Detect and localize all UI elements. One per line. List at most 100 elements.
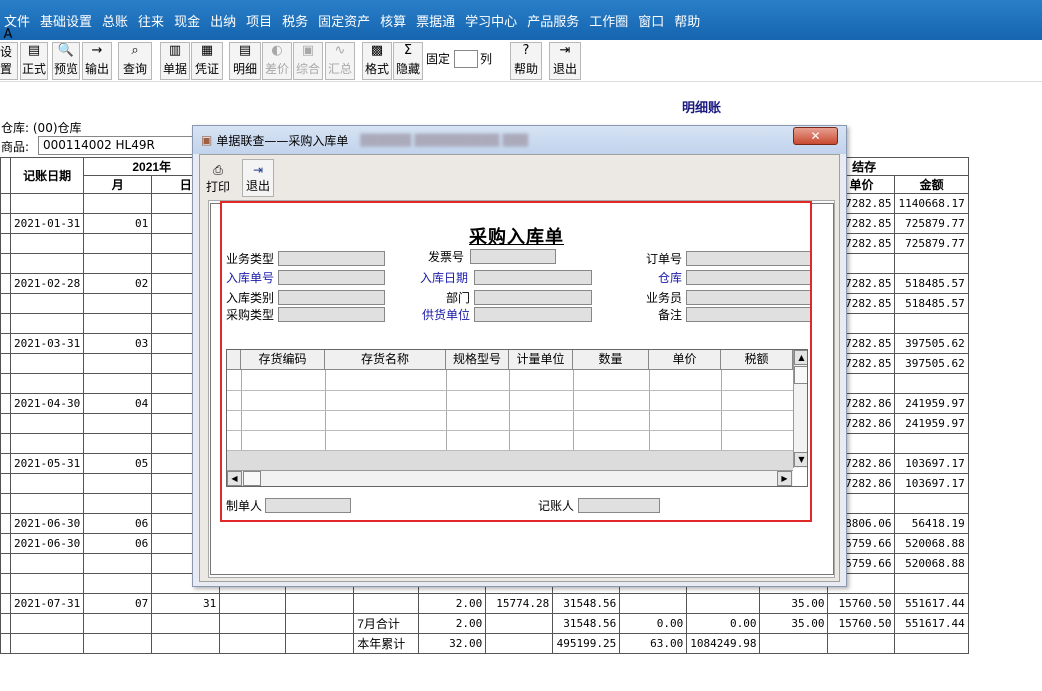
menu-item-13[interactable]: 工作圈 <box>589 11 628 30</box>
cell-s3: 7月合计 <box>353 613 420 634</box>
menu-bar: 文件 基础设置 总账 往来 现金 出纳 项目 税务 固定资产 核算 票据通 学习中心 产品服务 工作圈 窗口… <box>0 0 1042 40</box>
cell-s3: 本年累计 <box>353 633 420 654</box>
exit-button[interactable]: ⇥ 退出 <box>242 159 274 197</box>
supplier-field[interactable] <box>474 307 592 322</box>
magnifier-icon: 🔍 <box>57 43 75 58</box>
horizontal-scrollbar[interactable]: ◀ ▶ <box>227 470 793 486</box>
hide-button[interactable]: Σ 隐藏 <box>393 42 423 80</box>
in-type-field[interactable] <box>278 290 385 305</box>
maker-field[interactable] <box>265 498 351 513</box>
scroll-thumb[interactable] <box>794 366 807 384</box>
cell-date: 2021-06-30 <box>9 533 85 554</box>
menu-item-12[interactable]: 产品服务 <box>527 11 579 30</box>
fixed-column-input[interactable] <box>454 50 478 68</box>
maker-label: 制单人 <box>226 499 263 513</box>
exit-button-main[interactable]: ⇥ 退出 <box>549 42 581 80</box>
formal-button[interactable]: ▤ 正式 <box>20 42 48 80</box>
menu-item-2[interactable]: 总账 <box>102 11 128 30</box>
toolbar-label: 凭证 <box>194 62 219 76</box>
bookkeeper-field[interactable] <box>578 498 660 513</box>
cell-date <box>9 193 85 214</box>
cell-date <box>9 613 85 634</box>
hscroll-thumb[interactable] <box>243 471 261 486</box>
scroll-up-icon[interactable]: ▲ <box>794 350 807 365</box>
export-button[interactable]: → 输出 <box>82 42 112 80</box>
cell-month <box>83 253 153 274</box>
cell-ba: 520068.88 <box>894 553 969 574</box>
grid-icon: ▦ <box>200 43 214 58</box>
total-button[interactable]: ∿ 汇总 <box>325 42 355 80</box>
document-button[interactable]: ▥ 单据 <box>160 42 190 80</box>
menu-item-1[interactable]: 基础设置 <box>40 11 92 30</box>
pie-icon: ◐ <box>271 43 283 58</box>
in-date-label: 入库日期 <box>420 271 469 285</box>
diff-price-button[interactable]: ◐ 差价 <box>262 42 292 80</box>
menu-item-14[interactable]: 窗口 <box>638 11 664 30</box>
detail-grid[interactable]: 存货编码 存货名称 规格型号 计量单位 数量 单价 税额 ▲ ▼ ◀ ▶ <box>226 349 808 487</box>
grid-total-row <box>227 451 793 470</box>
purchase-type-field[interactable] <box>278 307 385 322</box>
goods-field[interactable]: 000114002 HL49R <box>38 136 196 155</box>
scroll-left-icon[interactable]: ◀ <box>227 471 242 486</box>
cell-date <box>9 473 85 494</box>
in-date-field[interactable] <box>474 270 592 285</box>
cell-date <box>9 493 85 514</box>
preview-button[interactable]: 🔍 预览 <box>52 42 80 80</box>
cell-ba <box>894 433 969 454</box>
detail-button[interactable]: ▤ 明细 <box>229 42 261 80</box>
settings-button[interactable]: A 设置 <box>0 27 18 80</box>
cell-date <box>9 373 85 394</box>
cell-date <box>9 233 85 254</box>
invoice-no-field[interactable] <box>470 249 556 264</box>
dept-field[interactable] <box>474 290 592 305</box>
order-no-field[interactable] <box>686 251 810 266</box>
menu-item-5[interactable]: 出纳 <box>210 11 236 30</box>
summary-button[interactable]: ▣ 综合 <box>293 42 323 80</box>
scroll-down-icon[interactable]: ▼ <box>794 452 807 467</box>
warehouse-field[interactable] <box>686 270 810 285</box>
dialog-titlebar[interactable]: ▣ 单据联查——采购入库单 ██████ ██████████ ███ <box>193 126 846 154</box>
cell-s3 <box>353 593 420 614</box>
vertical-scrollbar[interactable]: ▲ ▼ <box>793 350 807 468</box>
cell-s2 <box>285 633 355 654</box>
print-button[interactable]: ⎙ 打印 <box>202 159 234 197</box>
cell-s6: 31548.56 <box>552 613 621 634</box>
cell-month: 05 <box>83 453 153 474</box>
voucher-button[interactable]: ▦ 凭证 <box>191 42 223 80</box>
table-row[interactable]: 7月合计 2.00 31548.56 0.00 0.00 35.00 15760.50 551… <box>0 613 1037 634</box>
menu-item-8[interactable]: 固定资产 <box>318 11 370 30</box>
menu-item-3[interactable]: 往来 <box>138 11 164 30</box>
toolbar-label: 退出 <box>552 62 577 76</box>
cell-bp: 15760.50 <box>827 613 896 634</box>
grid-header-qty: 数量 <box>573 350 649 370</box>
menu-item-11[interactable]: 学习中心 <box>465 11 517 30</box>
cell-ba: 397505.62 <box>894 353 969 374</box>
close-button[interactable]: ✕ <box>793 127 838 145</box>
biz-type-field[interactable] <box>278 251 385 266</box>
cell-s8: 0.00 <box>686 613 761 634</box>
remark-field[interactable] <box>686 307 810 322</box>
menu-item-10[interactable]: 票据通 <box>416 11 455 30</box>
cell-ba: 551617.44 <box>894 593 969 614</box>
query-button[interactable]: ⌕ 查询 <box>118 42 152 80</box>
menu-item-4[interactable]: 现金 <box>174 11 200 30</box>
menu-item-7[interactable]: 税务 <box>282 11 308 30</box>
help-button[interactable]: ? 帮助 <box>510 42 542 80</box>
menu-item-15[interactable]: 帮助 <box>674 11 700 30</box>
in-no-field[interactable] <box>278 270 385 285</box>
clerk-field[interactable] <box>686 290 810 305</box>
binoculars-icon: ⌕ <box>131 43 139 58</box>
menu-item-9[interactable]: 核算 <box>380 11 406 30</box>
cell-date: 2021-07-31 <box>9 593 85 614</box>
cell-s4: 2.00 <box>418 613 487 634</box>
menu-item-6[interactable]: 项目 <box>246 11 272 30</box>
warehouse-label: 仓库: (00)仓库 <box>1 121 82 135</box>
format-button[interactable]: ▩ 格式 <box>362 42 392 80</box>
cell-s8: 1084249.98 <box>686 633 761 654</box>
col-month: 月 <box>83 175 153 194</box>
table-row[interactable]: 本年累计 32.00 495199.25 63.00 1084249.98 <box>0 633 1037 654</box>
table-row[interactable]: 2021-07-31 07 31 2.00 15774.28 31548.56 35.00 1… <box>0 593 1037 614</box>
cell-bq <box>759 633 829 654</box>
cell-s5: 15774.28 <box>485 593 554 614</box>
scroll-right-icon[interactable]: ▶ <box>777 471 792 486</box>
